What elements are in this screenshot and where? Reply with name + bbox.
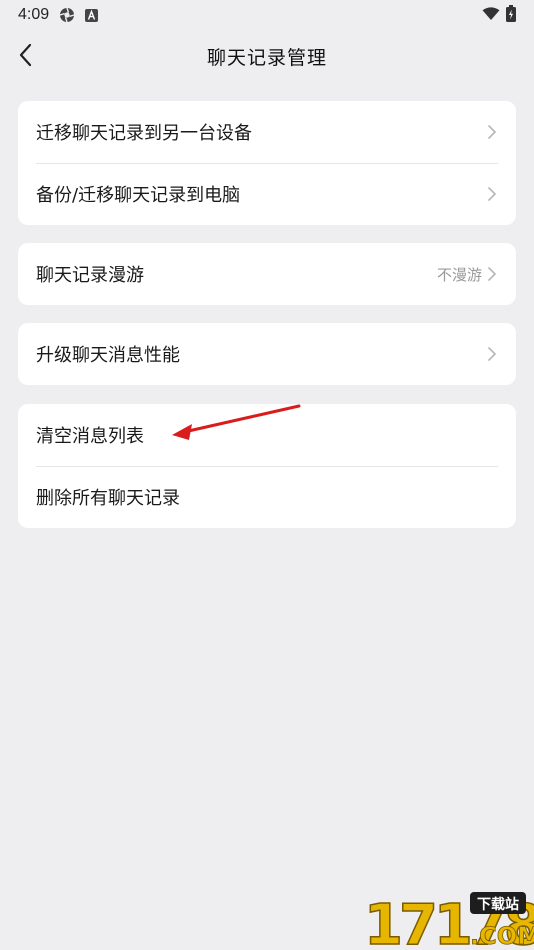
status-time: 4:09 [18, 6, 50, 23]
row-label: 删除所有聊天记录 [36, 488, 180, 509]
row-label: 升级聊天消息性能 [36, 345, 180, 366]
row-clear-message-list[interactable]: 清空消息列表 [18, 404, 516, 466]
row-upgrade-performance[interactable]: 升级聊天消息性能 [18, 323, 516, 385]
row-chat-roaming[interactable]: 聊天记录漫游 不漫游 [18, 243, 516, 305]
chevron-right-icon [488, 267, 497, 281]
row-label: 备份/迁移聊天记录到电脑 [36, 185, 241, 206]
row-delete-all-history[interactable]: 删除所有聊天记录 [18, 466, 516, 528]
chevron-left-icon [19, 43, 32, 67]
row-label: 清空消息列表 [36, 426, 144, 447]
wifi-icon [482, 6, 500, 25]
watermark-logo: 17178 下载站 .COM [294, 888, 534, 950]
battery-icon [506, 4, 516, 26]
settings-card-roaming: 聊天记录漫游 不漫游 [18, 243, 516, 305]
status-bar: 4:09 [0, 0, 534, 30]
row-backup-to-computer[interactable]: 备份/迁移聊天记录到电脑 [18, 163, 516, 225]
svg-text:.COM: .COM [470, 922, 534, 950]
chevron-right-icon [488, 347, 497, 361]
aperture-icon [59, 7, 75, 23]
header: 聊天记录管理 [0, 30, 534, 82]
chevron-right-icon [488, 187, 497, 201]
svg-text:下载站: 下载站 [477, 896, 519, 913]
font-a-icon [85, 8, 99, 22]
row-label: 聊天记录漫游 [36, 265, 144, 286]
page-title: 聊天记录管理 [206, 46, 327, 69]
roaming-status-value: 不漫游 [436, 265, 482, 284]
chevron-right-icon [488, 125, 497, 139]
settings-card-migration: 迁移聊天记录到另一台设备 备份/迁移聊天记录到电脑 [18, 101, 516, 225]
site-logo: 17178 下载站 .COM [363, 892, 534, 950]
back-button[interactable] [10, 40, 40, 70]
settings-card-performance: 升级聊天消息性能 [18, 323, 516, 385]
row-migrate-to-device[interactable]: 迁移聊天记录到另一台设备 [18, 101, 516, 163]
status-right [482, 4, 516, 26]
row-label: 迁移聊天记录到另一台设备 [36, 123, 252, 144]
settings-card-clear: 清空消息列表 删除所有聊天记录 [18, 404, 516, 528]
